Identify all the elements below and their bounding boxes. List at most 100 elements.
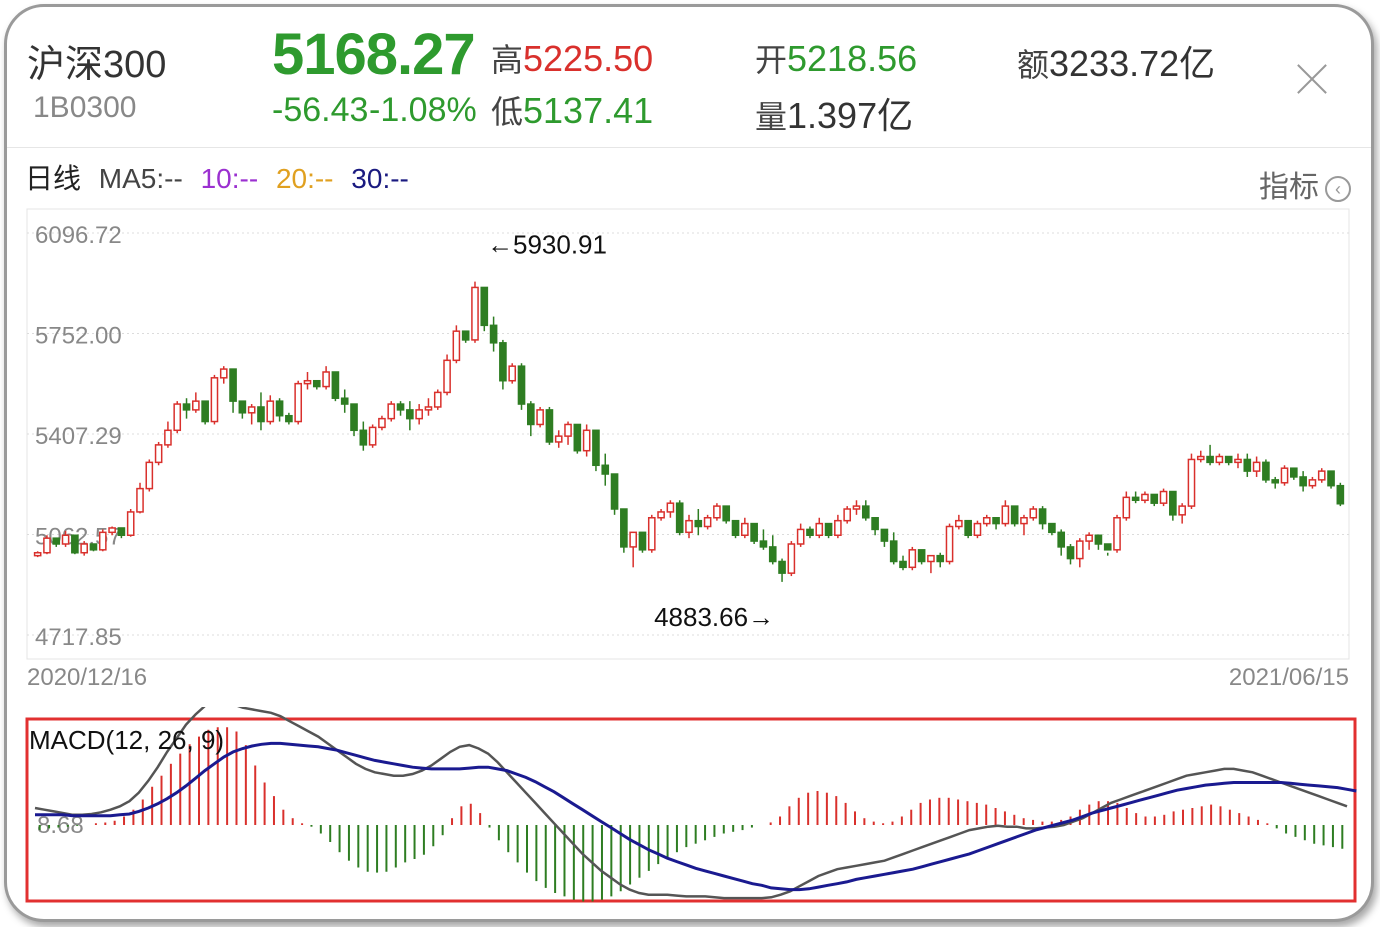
low-stat: 低5137.41 xyxy=(491,87,653,133)
candle-body xyxy=(536,409,544,426)
candle-body xyxy=(759,540,768,548)
open-label: 开 xyxy=(755,42,788,78)
candle-body xyxy=(136,487,144,513)
candle-body xyxy=(61,534,70,545)
candle-body xyxy=(108,527,116,534)
candle-body xyxy=(610,473,619,510)
high-value: 5225.50 xyxy=(523,38,654,79)
candle-body xyxy=(89,543,98,551)
candle-body xyxy=(145,461,154,490)
macd-title: MACD(12, 26, 9) xyxy=(29,725,224,755)
candle-body xyxy=(945,525,954,563)
candle-body xyxy=(43,537,51,554)
candle-body xyxy=(1085,534,1093,542)
candle-body xyxy=(685,519,693,534)
candle-body xyxy=(1290,467,1298,478)
candle-body xyxy=(359,429,368,446)
candle-body xyxy=(424,406,433,411)
candle-body xyxy=(1150,493,1159,504)
candle-body xyxy=(1122,496,1131,519)
candle-body xyxy=(1103,543,1112,551)
candle-body xyxy=(1327,470,1335,487)
candle-body xyxy=(927,554,935,563)
quote-window: 沪深300 1B0300 5168.27 -56.43 -1.08% 高5225… xyxy=(4,4,1374,922)
candle-body xyxy=(666,502,675,513)
candle-body xyxy=(154,444,163,464)
candle-body xyxy=(71,534,79,554)
candle-body xyxy=(499,342,507,382)
volume-stat: 量1.397亿 xyxy=(755,87,913,139)
candle-body xyxy=(871,517,879,531)
candle-body xyxy=(620,508,628,548)
candle-body xyxy=(526,403,535,426)
amount-label: 额 xyxy=(1017,47,1050,83)
candle-body xyxy=(1048,522,1056,534)
candle-body xyxy=(843,508,852,522)
candle-body xyxy=(247,406,256,414)
candle-body xyxy=(1094,534,1103,545)
candle-body xyxy=(1262,461,1270,481)
candle-body xyxy=(480,286,489,327)
close-icon[interactable] xyxy=(1292,59,1332,99)
candle-body xyxy=(1336,484,1345,505)
candle-body xyxy=(489,324,498,344)
candle-body xyxy=(1057,531,1066,548)
candle-body xyxy=(508,365,517,382)
candle-body xyxy=(573,423,582,452)
candle-body xyxy=(731,519,740,536)
candlestick-chart[interactable]: 6096.725752.005407.295062.574717.85←5930… xyxy=(7,197,1371,697)
candle-body xyxy=(936,554,945,563)
candle-body xyxy=(675,502,684,534)
candle-body xyxy=(973,522,982,536)
candle-body xyxy=(173,403,182,432)
macd-chart[interactable]: 8.68MACD(12, 26, 9) xyxy=(7,707,1371,907)
candle-body xyxy=(1243,458,1252,472)
candle-body xyxy=(387,403,396,420)
candle-body xyxy=(629,531,637,548)
period-label[interactable]: 日线 xyxy=(25,163,81,194)
candle-body xyxy=(285,414,293,423)
low-value: 5137.41 xyxy=(523,90,654,131)
candle-body xyxy=(992,517,1000,525)
high-stat: 高5225.50 xyxy=(491,35,653,81)
candle-body xyxy=(257,406,265,423)
candle-body xyxy=(982,517,991,525)
candle-body xyxy=(955,519,963,528)
candle-body xyxy=(1280,467,1289,484)
candle-body xyxy=(852,505,861,510)
candle-body xyxy=(1038,508,1047,525)
candle-body xyxy=(1234,458,1242,464)
candle-body xyxy=(52,537,61,545)
candle-body xyxy=(164,429,172,446)
candle-body xyxy=(592,429,600,467)
ma-legend: 日线 MA5:-- 10:-- 20:-- 30:-- xyxy=(25,157,419,197)
candle-body xyxy=(210,377,219,423)
candle-body xyxy=(1159,490,1168,504)
price-change: -56.43 xyxy=(272,91,369,129)
volume-label: 量 xyxy=(755,99,788,135)
y-tick-label: 4717.85 xyxy=(35,624,122,651)
candle-body xyxy=(229,368,237,402)
index-code: 1B0300 xyxy=(33,91,137,124)
candle-body xyxy=(1178,505,1186,516)
min-annotation: 4883.66→ xyxy=(654,602,774,632)
candle-body xyxy=(98,531,107,551)
candle-body xyxy=(275,400,284,417)
x-start-label: 2020/12/16 xyxy=(27,664,147,691)
amount-stat: 额3233.72亿 xyxy=(1017,35,1215,87)
candle-body xyxy=(694,519,703,528)
candle-body xyxy=(1141,493,1149,502)
candle-body xyxy=(899,560,907,569)
candle-body xyxy=(471,286,479,341)
candle-body xyxy=(1029,508,1038,519)
candle-body xyxy=(582,429,591,452)
candle-body xyxy=(433,391,442,408)
ma30-label: 30:-- xyxy=(351,163,409,194)
candle-body xyxy=(880,528,889,542)
x-end-label: 2021/06/15 xyxy=(1229,664,1349,691)
candle-body xyxy=(1196,455,1205,461)
candle-body xyxy=(1075,540,1084,560)
candle-body xyxy=(294,382,303,423)
low-label: 低 xyxy=(491,94,524,130)
candle-body xyxy=(1187,458,1196,507)
